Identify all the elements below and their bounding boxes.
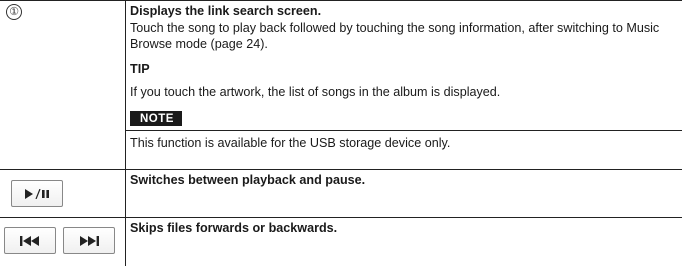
tip-label: TIP <box>130 61 150 76</box>
function-table: ① Displays the link search screen. Touch… <box>0 0 682 266</box>
previous-track-button[interactable] <box>4 227 56 254</box>
row-body-text: Touch the song to play back followed by … <box>130 20 660 52</box>
table-row: ① Displays the link search screen. Touch… <box>0 1 682 170</box>
note-text: This function is available for the USB s… <box>130 136 451 150</box>
row-heading: Switches between playback and pause. <box>130 173 366 187</box>
row-heading: Skips files forwards or backwards. <box>130 221 338 235</box>
tip-text: If you touch the artwork, the list of so… <box>130 85 501 99</box>
next-track-icon <box>79 235 99 246</box>
previous-track-icon <box>20 235 40 246</box>
play-pause-icon <box>24 188 50 199</box>
table-row: Switches between playback and pause. <box>0 170 682 218</box>
play-pause-button[interactable] <box>11 180 63 207</box>
row-description-cell: Displays the link search screen. Touch t… <box>126 1 682 169</box>
row-description-cell: Skips files forwards or backwards. <box>126 218 682 266</box>
table-row: Skips files forwards or backwards. <box>0 218 682 266</box>
note-divider <box>126 130 682 131</box>
next-track-button[interactable] <box>63 227 115 254</box>
callout-number-1: ① <box>6 4 22 20</box>
row-icon-cell: ① <box>0 1 126 169</box>
row-icon-cell <box>0 170 126 217</box>
row-icon-cell <box>0 218 126 266</box>
row-description-cell: Switches between playback and pause. <box>126 170 682 217</box>
note-badge: NOTE <box>130 110 182 126</box>
row-heading: Displays the link search screen. <box>130 4 322 18</box>
